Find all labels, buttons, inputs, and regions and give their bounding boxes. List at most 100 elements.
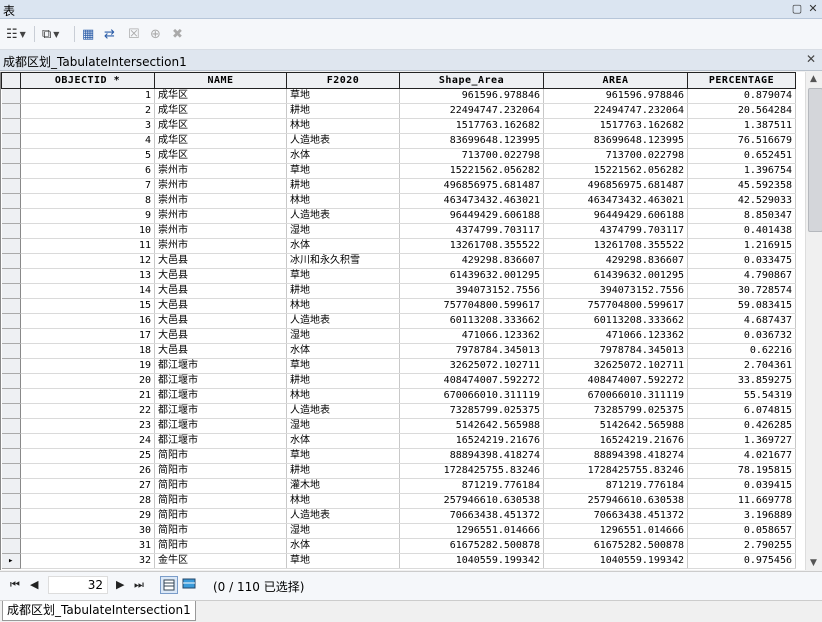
switch-selection-button[interactable]: ⇄ (104, 25, 115, 43)
table-cell[interactable]: 83699648.123995 (543, 133, 688, 149)
table-cell[interactable]: 394073152.7556 (543, 283, 688, 299)
table-cell[interactable]: 11.669778 (687, 493, 796, 509)
table-row[interactable]: 19 都江堰市 草地 32625072.102711 32625072.102711 2.… (1, 358, 796, 374)
table-cell[interactable]: 4374799.703117 (399, 223, 544, 239)
table-cell[interactable]: 26 (20, 463, 155, 479)
table-cell[interactable]: 961596.978846 (543, 88, 688, 104)
table-cell[interactable]: 1.369727 (687, 433, 796, 449)
table-cell[interactable]: 都江堰市 (154, 388, 287, 404)
table-cell[interactable]: 简阳市 (154, 493, 287, 509)
row-selector[interactable] (1, 418, 21, 434)
table-cell[interactable]: 草地 (286, 358, 400, 374)
related-tables-button[interactable]: ⧉ ▼ (42, 25, 59, 43)
row-selector[interactable] (1, 403, 21, 419)
row-selector[interactable] (1, 238, 21, 254)
row-selector[interactable] (1, 298, 21, 314)
table-cell[interactable]: 0.426285 (687, 418, 796, 434)
row-selector[interactable] (1, 253, 21, 269)
row-selector[interactable] (1, 193, 21, 209)
table-cell[interactable]: 0.036732 (687, 328, 796, 344)
table-cell[interactable]: 15221562.056282 (399, 163, 544, 179)
table-cell[interactable]: 林地 (286, 193, 400, 209)
table-cell[interactable]: 713700.022798 (543, 148, 688, 164)
table-cell[interactable]: 20 (20, 373, 155, 389)
row-selector[interactable] (1, 283, 21, 299)
table-cell[interactable]: 45.592358 (687, 178, 796, 194)
table-cell[interactable]: 耕地 (286, 103, 400, 119)
table-cell[interactable]: 金牛区 (154, 553, 287, 569)
table-row[interactable]: 15 大邑县 林地 757704800.599617 757704800.599617 5… (1, 298, 796, 314)
select-by-attributes-button[interactable]: ▦ (82, 25, 94, 43)
table-cell[interactable]: 崇州市 (154, 178, 287, 194)
table-cell[interactable]: 大邑县 (154, 253, 287, 269)
table-cell[interactable]: 灌木地 (286, 478, 400, 494)
table-cell[interactable]: 9 (20, 208, 155, 224)
table-options-button[interactable]: ☷ ▼ (6, 25, 26, 43)
table-cell[interactable]: 大邑县 (154, 298, 287, 314)
table-cell[interactable]: 76.516679 (687, 133, 796, 149)
table-cell[interactable]: 61675282.500878 (543, 538, 688, 554)
table-cell[interactable]: 大邑县 (154, 343, 287, 359)
table-cell[interactable]: 14 (20, 283, 155, 299)
table-row[interactable]: 6 崇州市 草地 15221562.056282 15221562.056282 1.39… (1, 163, 796, 179)
table-cell[interactable]: 1 (20, 88, 155, 104)
table-cell[interactable]: 70663438.451372 (543, 508, 688, 524)
table-cell[interactable]: 5142642.565988 (399, 418, 544, 434)
table-cell[interactable]: 3 (20, 118, 155, 134)
column-header[interactable]: PERCENTAGE (687, 72, 796, 89)
table-row[interactable]: 8 崇州市 林地 463473432.463021 463473432.463021 42… (1, 193, 796, 209)
table-cell[interactable]: 冰川和永久积雪 (286, 253, 400, 269)
table-cell[interactable]: 961596.978846 (399, 88, 544, 104)
table-cell[interactable]: 30 (20, 523, 155, 539)
row-selector[interactable] (1, 118, 21, 134)
table-cell[interactable]: 471066.123362 (399, 328, 544, 344)
table-cell[interactable]: 湿地 (286, 328, 400, 344)
table-cell[interactable]: 5142642.565988 (543, 418, 688, 434)
table-row[interactable]: 24 都江堰市 水体 16524219.21676 16524219.21676 1.36… (1, 433, 796, 449)
table-cell[interactable]: 2.790255 (687, 538, 796, 554)
row-selector[interactable] (1, 208, 21, 224)
table-cell[interactable]: 60113208.333662 (543, 313, 688, 329)
table-cell[interactable]: 1517763.162682 (399, 118, 544, 134)
table-cell[interactable]: 成华区 (154, 88, 287, 104)
table-cell[interactable]: 崇州市 (154, 238, 287, 254)
table-cell[interactable]: 31 (20, 538, 155, 554)
table-cell[interactable]: 都江堰市 (154, 433, 287, 449)
table-cell[interactable]: 1296551.014666 (399, 523, 544, 539)
table-cell[interactable]: 83699648.123995 (399, 133, 544, 149)
row-selector[interactable] (1, 133, 21, 149)
last-record-icon[interactable]: ⏭ (134, 578, 144, 592)
table-cell[interactable]: 林地 (286, 493, 400, 509)
table-cell[interactable]: 19 (20, 358, 155, 374)
table-cell[interactable]: 871219.776184 (399, 478, 544, 494)
table-cell[interactable]: 11 (20, 238, 155, 254)
row-selector[interactable] (1, 388, 21, 404)
table-row[interactable]: 18 大邑县 水体 7978784.345013 7978784.345013 0.622… (1, 343, 796, 359)
table-cell[interactable]: 成华区 (154, 103, 287, 119)
table-cell[interactable]: 1517763.162682 (543, 118, 688, 134)
table-cell[interactable]: 都江堰市 (154, 403, 287, 419)
table-row[interactable]: 5 成华区 水体 713700.022798 713700.022798 0.652451 (1, 148, 796, 164)
table-cell[interactable]: 27 (20, 478, 155, 494)
table-cell[interactable]: 96449429.606188 (399, 208, 544, 224)
table-cell[interactable]: 20.564284 (687, 103, 796, 119)
table-row[interactable]: 22 都江堰市 人造地表 73285799.025375 73285799.025375… (1, 403, 796, 419)
table-row[interactable]: 23 都江堰市 湿地 5142642.565988 5142642.565988 0.42… (1, 418, 796, 434)
column-header[interactable]: AREA (543, 72, 688, 89)
table-cell[interactable]: 408474007.592272 (543, 373, 688, 389)
table-cell[interactable]: 4 (20, 133, 155, 149)
show-all-records-button[interactable] (160, 576, 178, 594)
column-header[interactable]: OBJECTID * (20, 72, 155, 89)
table-row[interactable]: 10 崇州市 湿地 4374799.703117 4374799.703117 0.401… (1, 223, 796, 239)
row-selector[interactable] (1, 178, 21, 194)
table-cell[interactable]: 73285799.025375 (543, 403, 688, 419)
table-row[interactable]: 21 都江堰市 林地 670066010.311119 670066010.311119… (1, 388, 796, 404)
table-cell[interactable]: 大邑县 (154, 283, 287, 299)
table-cell[interactable]: 13261708.355522 (543, 238, 688, 254)
table-cell[interactable]: 21 (20, 388, 155, 404)
scroll-up-icon[interactable]: ▲ (810, 74, 817, 84)
table-cell[interactable]: 10 (20, 223, 155, 239)
table-cell[interactable]: 成华区 (154, 133, 287, 149)
table-cell[interactable]: 16524219.21676 (543, 433, 688, 449)
table-cell[interactable]: 4.687437 (687, 313, 796, 329)
